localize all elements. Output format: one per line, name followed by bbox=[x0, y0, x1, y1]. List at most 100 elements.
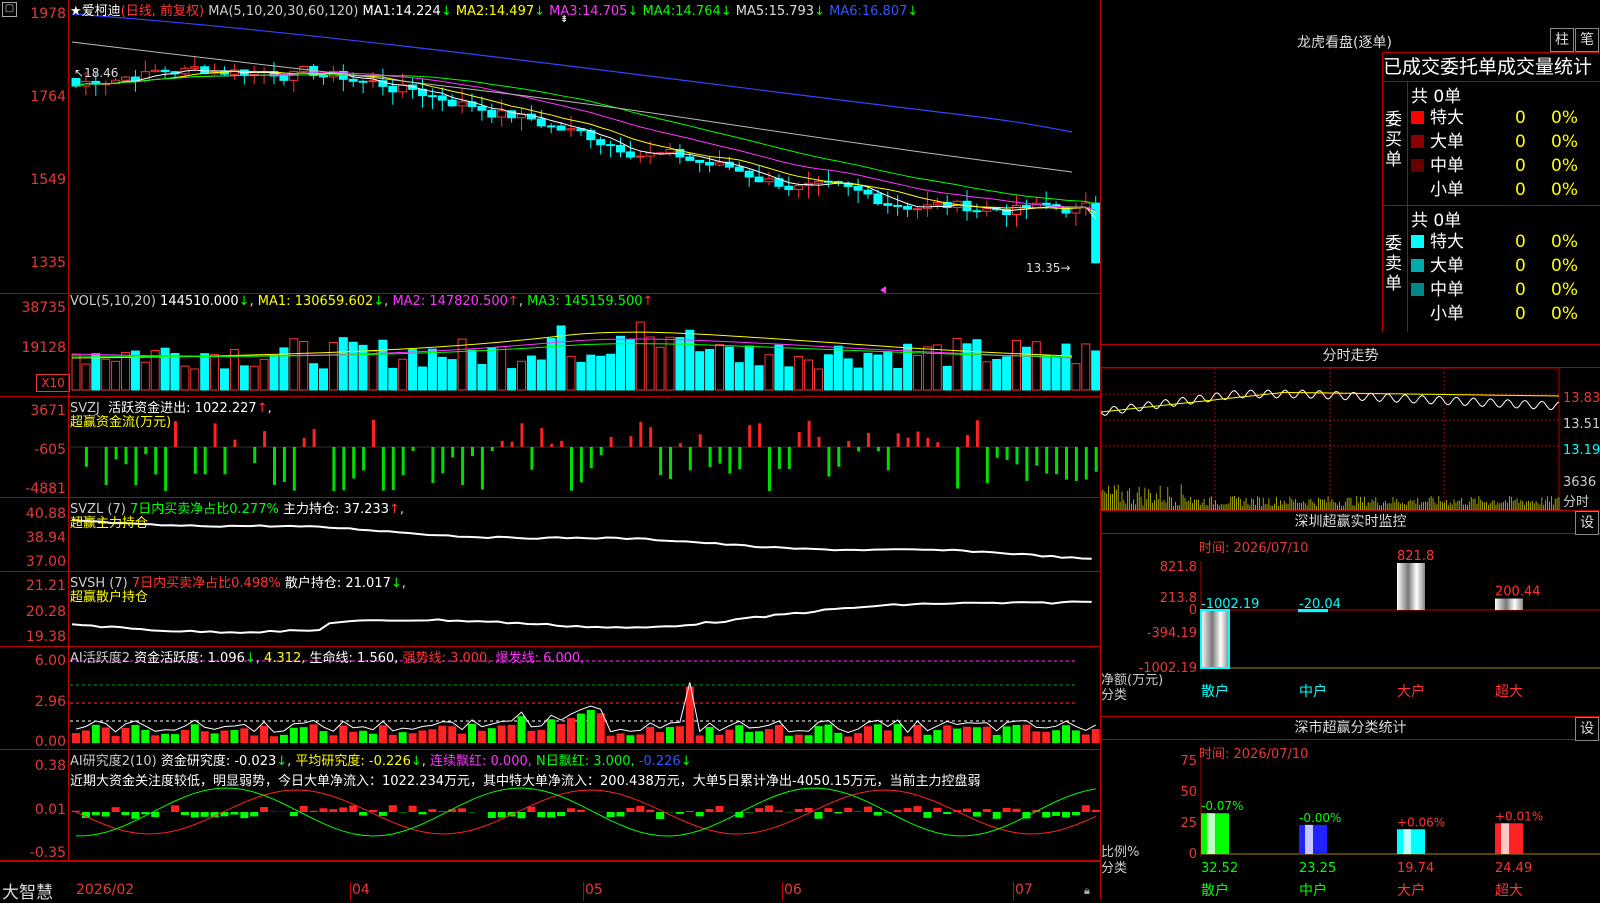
flow-bar bbox=[610, 437, 613, 447]
svsh-subtitle: 超赢散户持仓 bbox=[70, 586, 148, 605]
activity-bar bbox=[914, 725, 922, 743]
intraday-chart[interactable] bbox=[1101, 368, 1600, 510]
flow-bar bbox=[461, 447, 464, 485]
flow-bar bbox=[778, 447, 781, 469]
research-bar bbox=[824, 808, 832, 812]
flow-bar bbox=[441, 447, 444, 473]
research-bar bbox=[240, 812, 248, 818]
volume-bar bbox=[468, 350, 476, 390]
flow-bar bbox=[936, 442, 939, 447]
svzj-axis-1: 3671 bbox=[0, 403, 66, 419]
activity-bar bbox=[963, 727, 971, 743]
flow-bar bbox=[412, 447, 415, 451]
volume-bar bbox=[626, 340, 634, 390]
class-stat-chart[interactable]: -0.07%32.52散户-0.00%23.25中户+0.06%19.74大户+… bbox=[1101, 717, 1600, 901]
svzj-axis-3: -4881 bbox=[0, 481, 66, 497]
vol-unit-badge: X10 bbox=[36, 374, 70, 392]
candle-body bbox=[795, 186, 803, 190]
ma4-value: 14.764 bbox=[675, 4, 721, 19]
buy-name: 大单 bbox=[1430, 132, 1464, 152]
price-panel[interactable]: ⇟ 1978 1764 1549 1335 ▢ ★爱柯迪(日线, 前复权) MA… bbox=[0, 0, 1100, 294]
volume-bar bbox=[428, 349, 436, 390]
volume-bar bbox=[1072, 364, 1080, 390]
research-bar bbox=[201, 812, 209, 817]
svsh-axis-3: 19.38 bbox=[0, 629, 66, 645]
buy-pct: 0% bbox=[1551, 130, 1578, 154]
sell-swatch bbox=[1411, 259, 1424, 272]
volume-bar bbox=[171, 354, 179, 390]
activity-bar bbox=[310, 724, 318, 743]
activity-bar bbox=[240, 728, 248, 743]
volume-panel[interactable]: 38735 19128 X10 VOL(5,10,20) 144510.000↓… bbox=[0, 294, 1100, 397]
svzj-axis-2: -605 bbox=[0, 442, 66, 458]
activity-bar bbox=[191, 724, 199, 743]
svsh-panel[interactable]: 21.21 20.28 19.38 SVSH (7) 7日内买卖净占比0.498… bbox=[0, 572, 1100, 647]
svzl-panel[interactable]: 40.88 38.94 37.00 SVZL (7) 7日内买卖净占比0.277… bbox=[0, 498, 1100, 572]
monitor-chart[interactable]: -1002.19散户-20.04中户821.8大户200.44超大 bbox=[1101, 511, 1600, 716]
research-bar bbox=[1072, 812, 1080, 815]
collapse-icon[interactable]: ▢ bbox=[2, 2, 17, 17]
activity-bar bbox=[280, 735, 288, 743]
star-icon[interactable]: ★ bbox=[70, 4, 82, 19]
research-bar bbox=[359, 812, 367, 816]
flow-bar bbox=[659, 447, 662, 475]
volume-bar bbox=[448, 360, 456, 390]
tick-mode-button[interactable]: 笔 bbox=[1575, 28, 1599, 52]
activity-bar bbox=[201, 731, 209, 743]
volume-bar bbox=[240, 366, 248, 390]
candle-body bbox=[428, 96, 436, 97]
candle-body bbox=[478, 107, 486, 111]
activity-bar bbox=[92, 725, 100, 743]
flow-bar bbox=[204, 447, 207, 474]
flow-bar bbox=[590, 447, 593, 468]
ai1-axis-1: 6.00 bbox=[0, 653, 66, 669]
svzj-panel[interactable]: 3671 -605 -4881 SVZJ 活跃资金进出: 1022.227↑, … bbox=[0, 397, 1100, 498]
flow-bar bbox=[837, 447, 840, 467]
volume-bar bbox=[933, 345, 941, 390]
flow-bar bbox=[1035, 447, 1038, 466]
activity-bar bbox=[894, 724, 902, 743]
class-stat-panel[interactable]: 深市超赢分类统计 设 时间: 2026/07/10 75 50 25 0 比例%… bbox=[1101, 716, 1600, 901]
candle-body bbox=[389, 86, 397, 91]
candle-body bbox=[191, 67, 199, 69]
ai2-axis-3: -0.35 bbox=[0, 845, 66, 861]
activity-bar bbox=[221, 730, 229, 743]
ma6-arrow: ↓ bbox=[907, 4, 918, 19]
candle-body bbox=[894, 205, 902, 206]
activity-bar bbox=[617, 733, 625, 743]
flow-bar bbox=[362, 447, 365, 470]
chart-mode[interactable]: (日线, 前复权) bbox=[121, 4, 204, 19]
volume-bar bbox=[260, 359, 268, 390]
flow-bar bbox=[917, 432, 920, 447]
sell-count: 0 bbox=[1515, 254, 1526, 278]
candle-body bbox=[359, 81, 367, 82]
flow-bar bbox=[392, 447, 395, 490]
candle-body bbox=[706, 162, 714, 165]
activity-bar bbox=[438, 726, 446, 743]
intraday-panel[interactable]: 分时走势 13.83 13.51 13.19 3636 分时 bbox=[1101, 344, 1600, 510]
x-tick-2: 04 bbox=[352, 882, 370, 898]
ai-activity-panel[interactable]: 6.00 2.96 0.00 AI活跃度2 资金活跃度: 1.096↓, 4.3… bbox=[0, 647, 1100, 750]
flow-bar bbox=[402, 447, 405, 475]
ai-research-panel[interactable]: 0.38 0.01 -0.35 AI研究度2(10) 资金研究度: -0.023… bbox=[0, 750, 1100, 861]
activity-bar bbox=[973, 727, 981, 743]
time-axis[interactable]: 大智慧 2026/02 04 05 06 07 🔒︎ bbox=[0, 861, 1100, 901]
monitor-value-label: 200.44 bbox=[1495, 585, 1541, 600]
flow-bar bbox=[283, 447, 286, 482]
lock-icon[interactable]: 🔒︎ bbox=[1084, 884, 1090, 898]
monitor-bar-2 bbox=[1397, 563, 1425, 610]
research-bar bbox=[557, 812, 565, 816]
buy-count: 0 bbox=[1515, 154, 1526, 178]
candlestick-chart[interactable]: ⇟ bbox=[0, 0, 1100, 293]
volume-chart[interactable] bbox=[0, 294, 1100, 396]
volume-bar bbox=[824, 355, 832, 390]
volume-bar bbox=[993, 360, 1001, 390]
monitor-panel[interactable]: 深圳超赢实时监控 设 时间: 2026/07/10 821.8 213.8 0 … bbox=[1101, 510, 1600, 716]
volume-bar bbox=[1013, 340, 1021, 390]
activity-bar bbox=[943, 725, 951, 743]
ai1-text3: 生命线: 1.560, bbox=[310, 651, 399, 666]
bar-mode-button[interactable]: 柱 bbox=[1550, 28, 1574, 52]
activity-bar bbox=[745, 732, 753, 743]
volume-bar bbox=[844, 359, 852, 390]
research-bar bbox=[636, 806, 644, 812]
